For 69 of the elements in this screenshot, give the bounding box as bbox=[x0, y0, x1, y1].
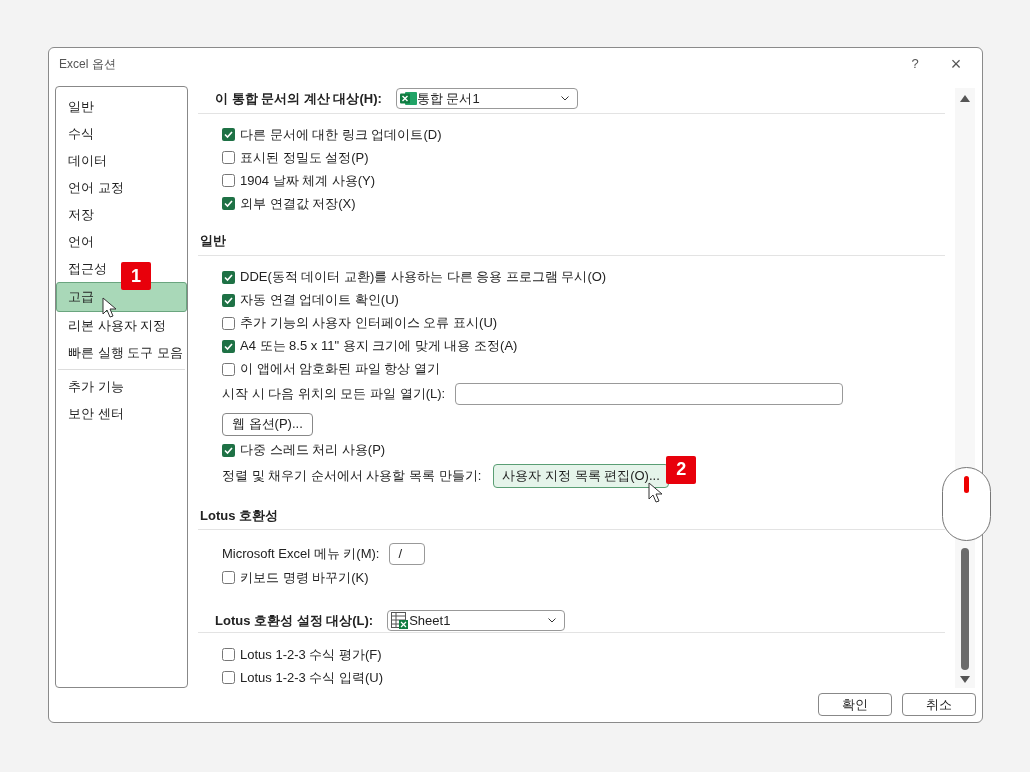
checkbox[interactable] bbox=[222, 270, 235, 284]
sidebar-item[interactable]: 일반 bbox=[56, 93, 106, 120]
checkbox-label: 표시된 정밀도 설정(P) bbox=[240, 148, 369, 167]
checkbox-label: 자동 연결 업데이트 확인(U) bbox=[240, 291, 399, 310]
dropdown[interactable]: 통합 문서1 bbox=[395, 88, 578, 109]
sidebar-item[interactable]: 저장 bbox=[56, 201, 106, 228]
checkbox[interactable] bbox=[222, 362, 235, 376]
sidebar-item[interactable]: 수식 bbox=[56, 120, 106, 147]
input-field[interactable]: / bbox=[389, 542, 426, 565]
ok-button[interactable]: 확인 bbox=[818, 693, 892, 716]
sheet-icon bbox=[391, 612, 410, 630]
field-label: Microsoft Excel 메뉴 키(M): bbox=[222, 545, 380, 563]
sidebar-item[interactable]: 언어 교정 bbox=[56, 174, 136, 201]
field-label: 시작 시 다음 위치의 모든 파일 열기(L): bbox=[222, 385, 446, 404]
field-label: 정렬 및 채우기 순서에서 사용할 목록 만들기: bbox=[222, 466, 482, 485]
checkbox[interactable] bbox=[222, 316, 235, 330]
sidebar-item[interactable]: 보안 센터 bbox=[56, 400, 136, 427]
checkbox[interactable] bbox=[222, 197, 235, 210]
checkbox-label: Lotus 1-2-3 수식 평가(F) bbox=[240, 645, 382, 664]
cursor-icon bbox=[648, 481, 665, 504]
section-heading: 일반 bbox=[199, 232, 226, 251]
sidebar-item[interactable]: 언어 bbox=[56, 228, 106, 255]
sidebar-item[interactable]: 추가 기능 bbox=[56, 373, 136, 400]
scroll-up-icon[interactable] bbox=[960, 94, 970, 102]
checkbox-label: 다른 문서에 대한 링크 업데이트(D) bbox=[240, 125, 442, 144]
dropdown-value: 통합 문서1 bbox=[416, 89, 481, 108]
checkbox[interactable] bbox=[222, 128, 235, 141]
dropdown[interactable]: Sheet1 bbox=[387, 610, 566, 632]
chevron-down-icon bbox=[548, 618, 557, 624]
checkbox-label: 외부 연결값 저장(X) bbox=[240, 194, 356, 213]
checkbox[interactable] bbox=[222, 648, 235, 661]
checkbox[interactable] bbox=[222, 571, 235, 585]
close-button[interactable]: × bbox=[944, 55, 968, 73]
checkbox[interactable] bbox=[222, 293, 235, 307]
checkbox-label: A4 또는 8.5 x 11" 용지 크기에 맞게 내용 조정(A) bbox=[240, 337, 518, 356]
input-field[interactable] bbox=[455, 383, 844, 406]
number-badge: 1 bbox=[121, 262, 151, 290]
checkbox-label: 다중 스레드 처리 사용(P) bbox=[240, 441, 386, 460]
chevron-down-icon bbox=[560, 96, 569, 101]
checkbox[interactable] bbox=[222, 174, 235, 187]
cursor-icon bbox=[102, 297, 118, 319]
checkbox-label: 추가 기능의 사용자 인터페이스 오류 표시(U) bbox=[240, 314, 498, 333]
scroll-down-icon[interactable] bbox=[960, 676, 970, 684]
sidebar-item[interactable]: 데이터 bbox=[56, 147, 119, 174]
checkbox-label: 1904 날짜 체계 사용(Y) bbox=[240, 171, 376, 190]
excel-icon bbox=[399, 91, 417, 106]
checkbox-label: Lotus 1-2-3 수식 입력(U) bbox=[240, 668, 384, 687]
sidebar-item[interactable]: 고급 bbox=[56, 282, 187, 312]
section-heading: 이 통합 문서의 계산 대상(H): bbox=[214, 89, 382, 108]
edit-list-button[interactable]: 사용자 지정 목록 편집(O)... bbox=[493, 463, 669, 488]
checkbox-label: 이 앱에서 암호화된 파일 항상 열기 bbox=[240, 360, 441, 379]
web-options-button[interactable]: 웹 옵션(P)... bbox=[222, 412, 313, 436]
sidebar-item[interactable]: 접근성 bbox=[56, 255, 119, 282]
help-button[interactable]: ? bbox=[900, 54, 930, 74]
scroll-thumb[interactable] bbox=[961, 548, 969, 670]
number-badge: 2 bbox=[666, 455, 697, 484]
checkbox[interactable] bbox=[222, 151, 235, 164]
sidebar-item[interactable]: 빠른 실행 도구 모음 bbox=[56, 339, 195, 366]
section-heading: Lotus 호환성 bbox=[199, 506, 278, 525]
checkbox[interactable] bbox=[222, 443, 235, 457]
window-title: Excel 옵션 bbox=[59, 56, 116, 73]
section-heading: Lotus 호환성 설정 대상(L): bbox=[214, 611, 374, 630]
checkbox[interactable] bbox=[222, 339, 235, 353]
checkbox-label: 키보드 명령 바꾸기(K) bbox=[240, 569, 369, 587]
checkbox-label: DDE(동적 데이터 교환)를 사용하는 다른 응용 프로그램 무시(O) bbox=[240, 268, 607, 287]
cancel-button[interactable]: 취소 bbox=[902, 693, 976, 716]
checkbox[interactable] bbox=[222, 671, 235, 684]
dropdown-value: Sheet1 bbox=[409, 611, 452, 630]
sidebar-item[interactable]: 리본 사용자 지정 bbox=[56, 312, 179, 339]
